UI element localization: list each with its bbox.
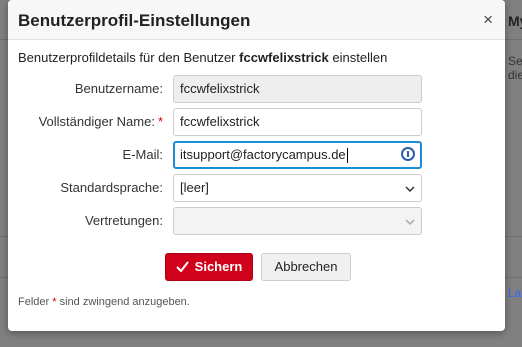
language-selected-value: [leer] (180, 180, 209, 195)
language-label: Standardsprache: (60, 180, 163, 195)
footnote-prefix: Felder (18, 296, 50, 308)
background-text: Se die (508, 54, 522, 82)
text-cursor (346, 148, 348, 164)
username-label: Benutzername: (74, 81, 163, 96)
username-row: Benutzername: fccwfelixstrick (8, 75, 505, 103)
background-heading: My (508, 13, 522, 29)
intro-text: Benutzerprofildetails für den Benutzer f… (18, 50, 387, 65)
checkmark-icon (175, 261, 189, 273)
language-select[interactable]: [leer] (173, 174, 422, 202)
footnote-suffix: sind zwingend anzugeben. (59, 296, 190, 308)
required-fields-note: Felder * sind zwingend anzugeben. (18, 296, 190, 308)
email-row: E-Mail: itsupport@factorycampus.de (8, 141, 505, 169)
substitutes-select (173, 207, 422, 235)
fullname-field[interactable]: fccwfelixstrick (173, 108, 422, 136)
chevron-down-icon (405, 186, 415, 193)
footnote-marker: * (52, 296, 57, 308)
email-label: E-Mail: (122, 147, 163, 162)
close-icon[interactable]: × (483, 10, 493, 30)
required-marker: * (157, 114, 163, 129)
substitutes-label: Vertretungen: (84, 213, 163, 228)
fullname-label: Vollständiger Name: * (39, 108, 163, 136)
intro-prefix: Benutzerprofildetails für den Benutzer (18, 50, 236, 65)
fullname-label-text: Vollständiger Name: (38, 114, 155, 129)
intro-username: fccwfelixstrick (239, 50, 329, 65)
user-profile-dialog: Benutzerprofil-Einstellungen × Benutzerp… (8, 0, 505, 331)
substitutes-row: Vertretungen: (8, 207, 505, 235)
password-manager-icon[interactable] (401, 147, 415, 161)
save-button-label: Sichern (194, 259, 243, 274)
email-field[interactable]: itsupport@factorycampus.de (173, 141, 422, 169)
username-field: fccwfelixstrick (173, 75, 422, 103)
language-row: Standardsprache: [leer] (8, 174, 505, 202)
intro-suffix: einstellen (332, 50, 388, 65)
cancel-button[interactable]: Abbrechen (261, 253, 351, 281)
dialog-header: Benutzerprofil-Einstellungen × (8, 0, 505, 40)
email-value: itsupport@factorycampus.de (180, 147, 346, 162)
fullname-row: Vollständiger Name: * fccwfelixstrick (8, 108, 505, 136)
chevron-down-icon (405, 219, 415, 226)
background-link[interactable]: La (508, 286, 521, 300)
dialog-title: Benutzerprofil-Einstellungen (18, 11, 251, 30)
save-button[interactable]: Sichern (165, 253, 253, 281)
